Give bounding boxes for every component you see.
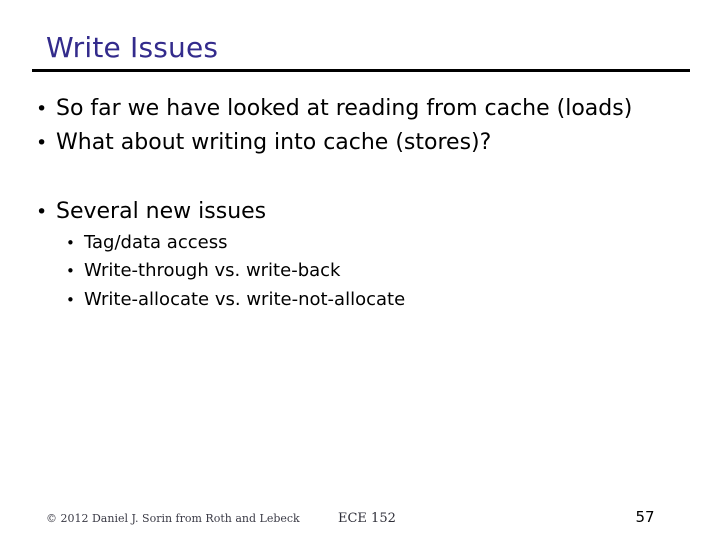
bullet-item: • So far we have looked at reading from c…: [36, 96, 632, 122]
bullet-dot-icon: •: [66, 262, 75, 280]
bullet-text: So far we have looked at reading from ca…: [56, 96, 633, 121]
slide-canvas: Write Issues • So far we have looked at r…: [0, 0, 720, 540]
footer-course-label: ECE 152: [338, 511, 396, 526]
sub-bullet-item: • Write-through vs. write-back: [66, 260, 340, 282]
bullet-dot-icon: •: [66, 234, 75, 252]
footer-copyright: © 2012 Daniel J. Sorin from Roth and Leb…: [46, 512, 300, 525]
bullet-text: What about writing into cache (stores)?: [56, 130, 492, 155]
bullet-text: Several new issues: [56, 199, 267, 224]
footer-page-number: 57: [635, 508, 655, 526]
sub-bullet-text: Write-through vs. write-back: [84, 260, 341, 281]
sub-bullet-text: Tag/data access: [84, 232, 228, 253]
bullet-dot-icon: •: [66, 291, 75, 309]
bullet-dot-icon: •: [36, 132, 48, 154]
bullet-dot-icon: •: [36, 98, 48, 120]
sub-bullet-item: • Write-allocate vs. write-not-allocate: [66, 289, 405, 311]
sub-bullet-item: • Tag/data access: [66, 232, 227, 254]
slide-body: • So far we have looked at reading from c…: [0, 0, 720, 540]
bullet-item: • What about writing into cache (stores)?: [36, 130, 491, 156]
bullet-dot-icon: •: [36, 201, 48, 223]
sub-bullet-text: Write-allocate vs. write-not-allocate: [84, 289, 406, 310]
bullet-item: • Several new issues: [36, 199, 266, 225]
